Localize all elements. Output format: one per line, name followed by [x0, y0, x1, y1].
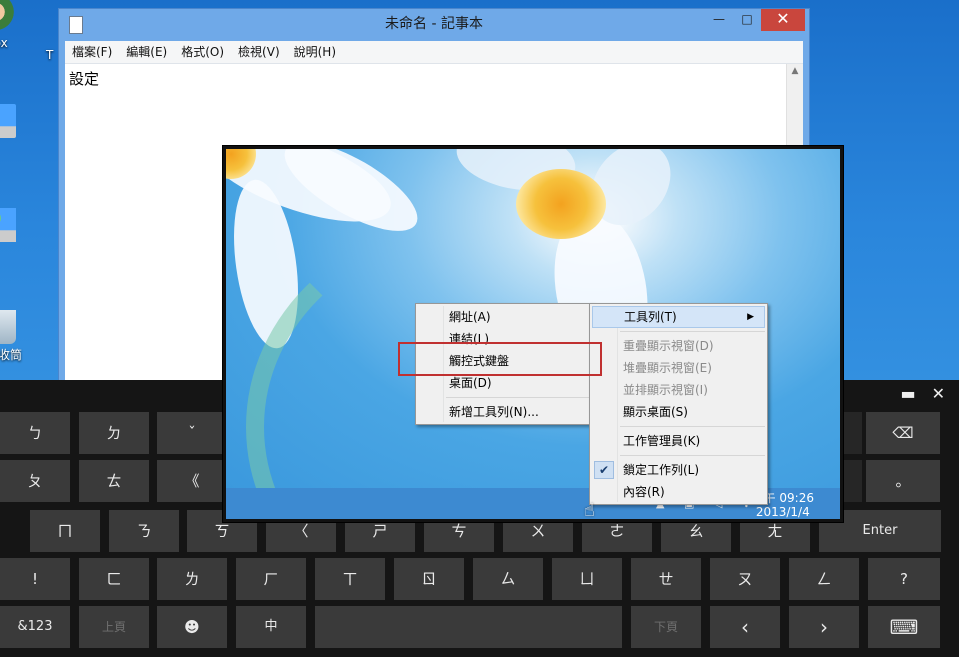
key-h[interactable]: ㄏ: [236, 558, 306, 600]
desktop-icon-label: 回收筒: [0, 348, 23, 362]
computer-icon: [0, 104, 16, 138]
key-period[interactable]: 。: [866, 460, 940, 502]
checkmark-icon: ✔: [594, 461, 614, 479]
key-p[interactable]: ㄆ: [0, 460, 70, 502]
key-tone3[interactable]: ˇ: [157, 412, 227, 454]
desktop-icon-network[interactable]: 路: [0, 208, 46, 261]
key-quote[interactable]: 《: [157, 460, 227, 502]
clock-date: 2013/1/4: [755, 505, 810, 519]
backspace-key[interactable]: ⌫: [866, 412, 940, 454]
desktop-icon-partial-label: T: [46, 48, 54, 62]
network-icon: [0, 208, 16, 242]
close-button[interactable]: ✕: [761, 9, 805, 31]
key-l[interactable]: ㄌ: [157, 558, 227, 600]
emoji-key[interactable]: ☻: [157, 606, 227, 648]
key-m[interactable]: ㄇ: [30, 510, 100, 552]
notepad-title: 未命名 - 記事本: [385, 16, 483, 32]
menu-format[interactable]: 格式(O): [174, 41, 231, 63]
close-keyboard-button[interactable]: ✕: [932, 384, 945, 403]
notepad-menubar: 檔案(F) 編輯(E) 格式(O) 檢視(V) 說明(H): [65, 41, 803, 64]
menu-edit[interactable]: 編輯(E): [119, 41, 174, 63]
menu-item-lock-taskbar[interactable]: ✔ 鎖定工作列(L): [590, 459, 767, 481]
desktop-icon-computer[interactable]: 腦: [0, 104, 46, 157]
key-eng[interactable]: ㄥ: [789, 558, 859, 600]
menu-item-cascade[interactable]: 重疊顯示視窗(D): [590, 335, 767, 357]
menu-item-stacked[interactable]: 堆疊顯示視窗(E): [590, 357, 767, 379]
key-question[interactable]: ?: [868, 558, 940, 600]
notepad-app-icon: [69, 16, 83, 34]
keyboard-layout-key[interactable]: ⌨: [868, 606, 940, 648]
submenu-arrow-icon: ▶: [747, 312, 754, 322]
menu-view[interactable]: 檢視(V): [231, 41, 287, 63]
key-ou[interactable]: ㄡ: [710, 558, 780, 600]
dock-keyboard-button[interactable]: ▬: [900, 384, 915, 403]
space-key[interactable]: [315, 606, 622, 648]
desktop-icon-label: box: [0, 36, 8, 50]
menu-file[interactable]: 檔案(F): [65, 41, 119, 63]
desktop-icon-label: 腦: [0, 140, 46, 157]
key-yu[interactable]: ㄩ: [552, 558, 622, 600]
prev-page-key[interactable]: 上頁: [79, 606, 149, 648]
symbols-key[interactable]: &123: [0, 606, 70, 648]
key-hidden: [842, 460, 862, 502]
hand-cursor-icon: ☝: [584, 500, 595, 521]
notepad-titlebar[interactable]: 未命名 - 記事本 — □ ✕: [59, 9, 809, 39]
menu-separator: [620, 331, 765, 332]
menu-item-toolbars-label: 工具列(T): [624, 310, 677, 324]
desktop-icon-label: 路: [0, 244, 46, 261]
scroll-up-icon[interactable]: ▲: [787, 66, 803, 76]
highlight-box: [398, 342, 602, 376]
key-t[interactable]: ㄊ: [79, 460, 149, 502]
minimize-button[interactable]: —: [705, 9, 733, 31]
menu-item-side-by-side[interactable]: 並排顯示視窗(I): [590, 379, 767, 401]
key-x[interactable]: ㄒ: [315, 558, 385, 600]
menu-separator: [620, 455, 765, 456]
next-page-key[interactable]: 下頁: [631, 606, 701, 648]
recycle-bin-icon: [0, 310, 16, 344]
menu-item-toolbars[interactable]: 工具列(T) ▶: [592, 306, 765, 328]
desktop-icon-recycle-bin[interactable]: 回收筒: [0, 310, 46, 363]
left-arrow-key[interactable]: ‹: [710, 606, 780, 648]
menu-item-new-toolbar[interactable]: 新增工具列(N)...: [416, 401, 592, 423]
menu-item-task-manager[interactable]: 工作管理員(K): [590, 430, 767, 452]
menu-item-properties[interactable]: 內容(R): [590, 481, 767, 503]
menu-item-address[interactable]: 網址(A): [416, 306, 592, 328]
notepad-content: 設定: [69, 70, 100, 88]
maximize-button[interactable]: □: [733, 9, 761, 31]
key-s[interactable]: ㄙ: [473, 558, 543, 600]
desktop-icon-user[interactable]: box: [0, 0, 46, 50]
key-f[interactable]: ㄈ: [79, 558, 149, 600]
menu-item-lock-label: 鎖定工作列(L): [623, 463, 700, 477]
menu-separator: [446, 397, 590, 398]
menu-separator: [620, 426, 765, 427]
user-icon: [0, 0, 16, 34]
key-hidden: [842, 412, 862, 454]
key-eh[interactable]: ㄝ: [631, 558, 701, 600]
key-b[interactable]: ㄅ: [0, 412, 70, 454]
language-key[interactable]: 中: [236, 606, 306, 648]
key-exclaim[interactable]: !: [0, 558, 70, 600]
taskbar-context-menu: 工具列(T) ▶ 重疊顯示視窗(D) 堆疊顯示視窗(E) 並排顯示視窗(I) 顯…: [589, 303, 768, 505]
right-arrow-key[interactable]: ›: [789, 606, 859, 648]
menu-help[interactable]: 說明(H): [287, 41, 343, 63]
key-r[interactable]: ㄖ: [394, 558, 464, 600]
key-d[interactable]: ㄉ: [79, 412, 149, 454]
menu-item-show-desktop[interactable]: 顯示桌面(S): [590, 401, 767, 423]
key-n[interactable]: ㄋ: [109, 510, 179, 552]
